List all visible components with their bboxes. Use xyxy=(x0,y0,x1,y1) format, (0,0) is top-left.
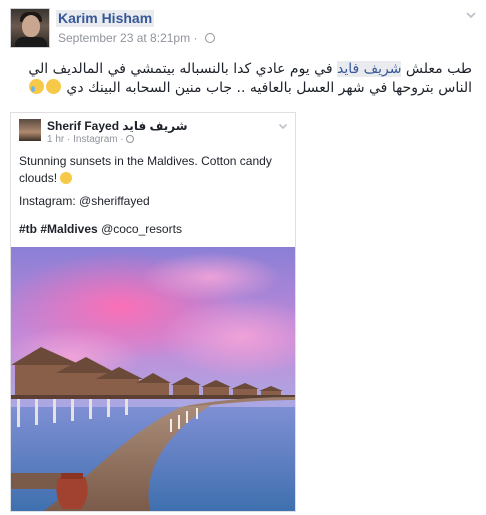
maldives-photo-image xyxy=(11,247,295,511)
mention-link[interactable]: شريف فايد xyxy=(336,61,402,77)
post-text-start: طب معلش xyxy=(401,61,472,77)
shared-author-name-en[interactable]: Sherif Fayed xyxy=(47,119,119,133)
globe-icon[interactable] xyxy=(126,135,135,143)
shared-caption-text: Stunning sunsets in the Maldives. Cotton… xyxy=(19,154,272,185)
avatar-face xyxy=(22,15,40,37)
post-meta: September 23 at 8:21pm · xyxy=(58,31,215,46)
laughing-emoji-icon xyxy=(45,79,61,94)
tag-coco-resorts[interactable]: @coco_resorts xyxy=(101,222,182,236)
post-text: طب معلش شريف فايد في يوم عادي كدا بالنسب… xyxy=(12,60,472,98)
maldives-photo[interactable] xyxy=(11,247,295,511)
avatar-body xyxy=(15,37,47,47)
shared-meta: 1 hr · Instagram · xyxy=(47,134,135,146)
post-timestamp[interactable]: September 23 at 8:21pm xyxy=(58,31,190,45)
tag-tb[interactable]: #tb xyxy=(19,222,37,236)
shared-caption-1: Stunning sunsets in the Maldives. Cotton… xyxy=(19,153,289,187)
chevron-down-icon[interactable] xyxy=(277,119,289,131)
shared-tags: #tb #Maldives @coco_resorts xyxy=(19,221,289,238)
smiling-emoji-icon xyxy=(60,172,73,184)
meta-separator: · xyxy=(193,31,198,45)
shared-author-name-ar[interactable]: شريف فايد xyxy=(122,119,187,133)
tag-maldives[interactable]: #Maldives xyxy=(40,222,97,236)
shared-author-avatar[interactable] xyxy=(19,119,41,141)
globe-icon[interactable] xyxy=(204,33,215,43)
shared-post[interactable]: Sherif Fayed شريف فايد 1 hr · Instagram … xyxy=(10,112,296,512)
shared-meta-text: 1 hr · Instagram · xyxy=(47,134,127,145)
author-avatar[interactable] xyxy=(10,8,50,48)
author-name-link[interactable]: Karim Hisham xyxy=(56,10,155,27)
shared-caption-2: Instagram: @sheriffayed xyxy=(19,194,150,208)
shared-author-name[interactable]: Sherif Fayed شريف فايد xyxy=(47,119,188,133)
chevron-down-icon[interactable] xyxy=(464,8,478,22)
crying-laughing-emoji-icon xyxy=(28,79,44,94)
